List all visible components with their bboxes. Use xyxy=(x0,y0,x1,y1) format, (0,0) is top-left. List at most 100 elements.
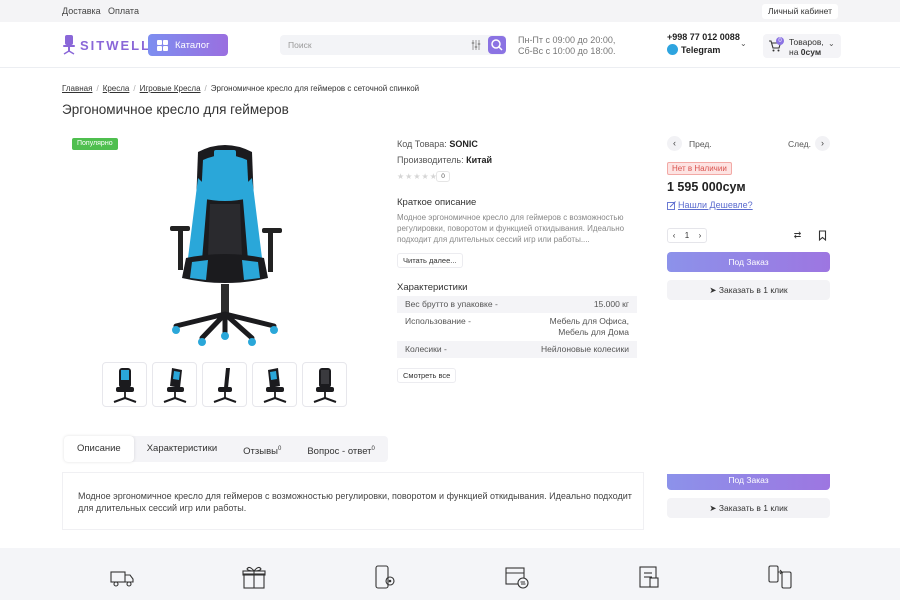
star-icon: ★ xyxy=(397,172,405,181)
short-description: Модное эргономичное кресло для геймеров … xyxy=(397,213,625,244)
product-code-value: SONIC xyxy=(449,139,478,149)
gallery-thumbnail[interactable] xyxy=(102,362,147,407)
phone-settings-icon xyxy=(375,565,395,589)
characteristics-table: Вес брутто в упаковке - 15.000 кг Исполь… xyxy=(397,296,637,358)
rating-stars[interactable]: ★ ★ ★ ★ ★ xyxy=(397,172,437,181)
characteristic-row: Использование - Мебель для Офиса, Мебель… xyxy=(397,313,637,341)
breadcrumb-current: Эргономичное кресло для геймеров с сеточ… xyxy=(210,84,420,93)
chair-thumbnail-icon xyxy=(313,367,336,403)
gift-box-icon xyxy=(242,566,266,589)
cart-chevron-down-icon: ⌄ xyxy=(828,39,835,48)
characteristic-value: Нейлоновые колесики xyxy=(540,344,629,354)
tab-reviews[interactable]: Отзывы0 xyxy=(230,436,294,462)
filter-icon[interactable] xyxy=(470,39,482,51)
one-click-label: Заказать в 1 клик xyxy=(718,285,788,295)
short-description-title: Краткое описание xyxy=(397,197,477,208)
search-input[interactable] xyxy=(280,35,460,55)
breadcrumb: Главная / Кресла / Игровые Кресла / Эрго… xyxy=(62,84,419,93)
one-click-order-button[interactable]: ➤ Заказать в 1 клик xyxy=(667,280,830,300)
nav-link-delivery[interactable]: Доставка xyxy=(62,6,101,16)
working-hours: Пн-Пт с 09:00 до 20:00, Сб-Вс с 10:00 до… xyxy=(518,35,615,57)
tab-characteristics[interactable]: Характеристики xyxy=(134,436,230,462)
gallery-thumbnail[interactable] xyxy=(252,362,297,407)
next-product-link[interactable]: След. xyxy=(788,139,811,149)
popular-badge: Популярно xyxy=(72,138,118,150)
found-cheaper-link[interactable]: Нашли Дешевле? xyxy=(667,200,753,210)
next-chevron-icon[interactable]: › xyxy=(815,136,830,151)
phone-number[interactable]: +998 77 012 0088 xyxy=(667,32,740,42)
star-icon: ★ xyxy=(413,172,421,181)
compare-icon[interactable]: ⇄ xyxy=(790,228,805,243)
hours-weekend: Сб-Вс с 10:00 до 18:00. xyxy=(518,46,616,56)
chair-thumbnail-icon xyxy=(163,367,186,403)
tab-count: 0 xyxy=(371,446,375,452)
one-click-label: Заказать в 1 клик xyxy=(718,503,788,513)
tab-label: Характеристики xyxy=(146,443,218,454)
sticky-preorder-button[interactable]: Под Заказ xyxy=(667,474,830,490)
document-icon xyxy=(639,566,659,588)
breadcrumb-chairs[interactable]: Кресла xyxy=(103,84,130,93)
grid-icon xyxy=(157,39,168,51)
characteristic-row: Вес брутто в упаковке - 15.000 кг xyxy=(397,296,637,313)
product-pager: ‹ Пред. След. › xyxy=(667,136,830,152)
send-icon: ➤ xyxy=(709,285,717,295)
product-maker-label: Производитель: xyxy=(397,155,464,165)
see-all-characteristics-button[interactable]: Смотреть все xyxy=(397,368,457,383)
tab-label: Отзывы xyxy=(243,446,278,457)
star-icon: ★ xyxy=(405,172,413,181)
read-more-button[interactable]: Читать далее... xyxy=(397,253,463,268)
tab-description[interactable]: Описание xyxy=(64,436,134,462)
delivery-truck-icon xyxy=(110,571,134,587)
quantity-stepper: ‹ 1 › xyxy=(667,228,707,243)
product-code: Код Товара: SONIC xyxy=(397,139,478,149)
telegram-label: Telegram xyxy=(681,44,721,55)
preorder-button[interactable]: Под Заказ xyxy=(667,252,830,272)
cart-sum: 0сум xyxy=(800,47,822,57)
prev-chevron-icon[interactable]: ‹ xyxy=(667,136,682,151)
cart-button[interactable]: 0 Товаров, на 0сум ⌄ xyxy=(763,34,841,58)
product-maker-value: Китай xyxy=(466,155,493,165)
tab-label: Описание xyxy=(77,443,121,454)
search-button[interactable] xyxy=(488,36,506,54)
star-icon: ★ xyxy=(421,172,429,181)
hours-weekdays: Пн-Пт с 09:00 до 20:00, xyxy=(518,35,616,45)
account-button[interactable]: Личный кабинет xyxy=(762,4,838,19)
gallery-thumbnail[interactable] xyxy=(152,362,197,407)
breadcrumb-gaming-chairs[interactable]: Игровые Кресла xyxy=(140,84,201,93)
cart-sum-line: на 0сум xyxy=(789,47,821,57)
telegram-link[interactable]: Telegram xyxy=(667,44,720,55)
breadcrumb-separator: / xyxy=(133,84,136,93)
characteristic-key: Колесики - xyxy=(405,344,447,354)
search-icon xyxy=(491,39,503,51)
quantity-value[interactable]: 1 xyxy=(685,231,689,240)
gallery-thumbnail[interactable] xyxy=(202,362,247,407)
send-icon: ➤ xyxy=(709,503,717,513)
product-main-image[interactable] xyxy=(150,138,300,350)
stock-status-badge: Нет в Наличии xyxy=(667,162,732,175)
chair-thumbnail-icon xyxy=(263,367,286,403)
decrease-quantity-button[interactable]: ‹ xyxy=(673,231,676,240)
product-maker: Производитель: Китай xyxy=(397,155,492,165)
chair-thumbnail-icon xyxy=(113,367,136,403)
sticky-one-click-order-button[interactable]: ➤ Заказать в 1 клик xyxy=(667,498,830,518)
tab-label: Вопрос - ответ xyxy=(307,446,372,457)
contacts-chevron-down-icon[interactable]: ⌄ xyxy=(740,39,747,48)
catalog-button[interactable]: Каталог xyxy=(148,34,228,56)
nav-link-payment[interactable]: Оплата xyxy=(108,6,139,16)
breadcrumb-separator: / xyxy=(96,84,99,93)
gallery-thumbnail[interactable] xyxy=(302,362,347,407)
found-cheaper-label: Нашли Дешевле? xyxy=(678,200,753,210)
tab-count: 0 xyxy=(277,446,282,452)
features-strip xyxy=(0,548,900,600)
site-logo[interactable]: SITWELL xyxy=(62,34,151,56)
breadcrumb-separator: / xyxy=(204,84,207,93)
bookmark-icon[interactable] xyxy=(815,228,830,243)
tab-questions[interactable]: Вопрос - ответ0 xyxy=(294,436,388,462)
phone-transfer-icon xyxy=(768,565,792,589)
prev-product-link[interactable]: Пред. xyxy=(689,139,712,149)
breadcrumb-home[interactable]: Главная xyxy=(62,84,92,93)
characteristic-key: Вес брутто в упаковке - xyxy=(405,299,498,309)
chair-logo-icon xyxy=(63,35,75,55)
increase-quantity-button[interactable]: › xyxy=(699,231,702,240)
cart-count-badge: 0 xyxy=(776,37,784,45)
